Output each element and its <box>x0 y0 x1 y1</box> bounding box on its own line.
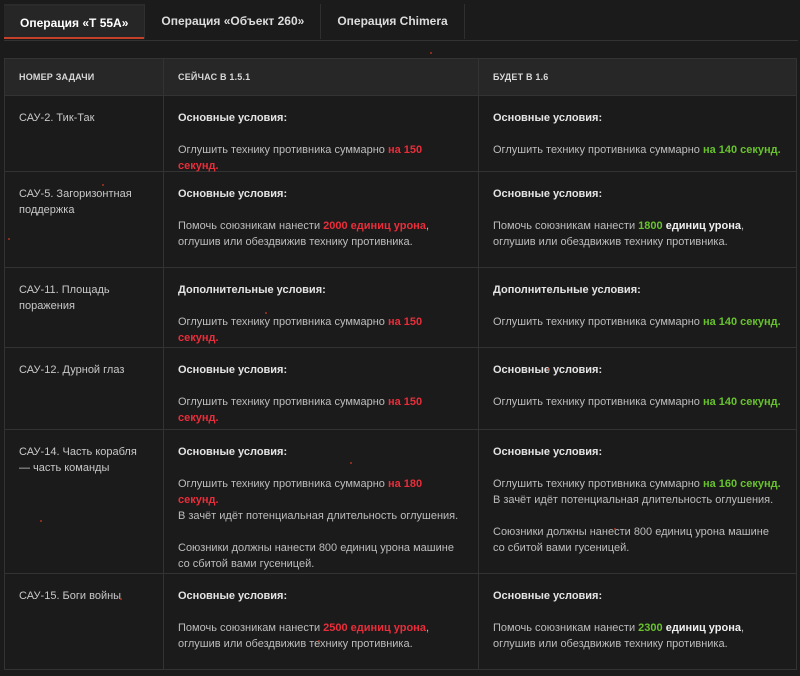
condition-now: Основные условия: Помочь союзникам нанес… <box>164 574 479 669</box>
table-row: САУ-11. Площадь поражения Дополнительные… <box>5 267 796 347</box>
task-name: САУ-11. Площадь поражения <box>5 268 164 347</box>
tab-t55a[interactable]: Операция «Т 55А» <box>4 4 146 39</box>
condition-title: Основные условия: <box>493 364 603 376</box>
condition-now: Основные условия: Помочь союзникам нанес… <box>164 172 479 267</box>
condition-text: Помочь союзникам нанести 2300 единиц уро… <box>493 622 745 650</box>
condition-title: Основные условия: <box>178 364 288 376</box>
task-name: САУ-2. Тик-Так <box>5 96 164 171</box>
condition-text: Помочь союзникам нанести 1800 единиц уро… <box>493 220 745 248</box>
spark-decoration <box>102 184 104 186</box>
table-row: САУ-14. Часть корабля — часть команды Ос… <box>5 429 796 573</box>
condition-now: Основные условия: Оглушить технику проти… <box>164 430 479 573</box>
condition-now: Дополнительные условия: Оглушить технику… <box>164 268 479 347</box>
condition-text: Оглушить технику противника суммарно на … <box>493 316 781 328</box>
condition-next: Основные условия: Помочь союзникам нанес… <box>479 172 796 267</box>
task-name: САУ-12. Дурной глаз <box>5 348 164 429</box>
condition-text: Оглушить технику противника суммарно на … <box>178 316 423 344</box>
spark-decoration <box>8 238 10 240</box>
table-row: САУ-2. Тик-Так Основные условия: Оглушит… <box>5 95 796 172</box>
spark-decoration <box>40 520 42 522</box>
table-row: САУ-15. Боги войны Основные условия: Пом… <box>5 573 796 669</box>
condition-next: Основные условия: Оглушить технику проти… <box>479 430 796 573</box>
operation-tabs: Операция «Т 55А» Операция «Объект 260» О… <box>4 4 798 41</box>
table-row: САУ-12. Дурной глаз Основные условия: Ог… <box>5 347 796 429</box>
condition-text: Оглушить технику противника суммарно на … <box>493 144 781 156</box>
condition-next: Основные условия: Оглушить технику проти… <box>479 348 796 429</box>
condition-text: Оглушить технику противника суммарно на … <box>178 144 423 172</box>
spark-decoration <box>430 52 432 54</box>
table-row: САУ-5. Загоризонтная поддержка Основные … <box>5 171 796 267</box>
condition-text: Оглушить технику противника суммарно на … <box>178 396 423 424</box>
spark-decoration <box>318 640 320 642</box>
condition-title: Основные условия: <box>178 188 288 200</box>
condition-text: Помочь союзникам нанести 2500 единиц уро… <box>178 622 430 650</box>
condition-text: Оглушить технику противника суммарно на … <box>493 396 781 408</box>
condition-next: Основные условия: Оглушить технику проти… <box>479 96 796 171</box>
condition-title: Основные условия: <box>178 112 288 124</box>
condition-extra: Союзники должны нанести 800 единиц урона… <box>178 542 454 570</box>
condition-title: Основные условия: <box>178 446 288 458</box>
condition-title: Дополнительные условия: <box>493 284 641 296</box>
condition-title: Основные условия: <box>493 188 603 200</box>
table-header: НОМЕР ЗАДАЧИ СЕЙЧАС В 1.5.1 БУДЕТ В 1.6 <box>5 59 796 95</box>
task-name: САУ-14. Часть корабля — часть команды <box>5 430 164 573</box>
condition-text: Помочь союзникам нанести 2000 единиц уро… <box>178 220 430 248</box>
spark-decoration <box>614 528 616 530</box>
tab-chimera[interactable]: Операция Chimera <box>321 4 465 39</box>
condition-title: Основные условия: <box>493 590 603 602</box>
condition-title: Дополнительные условия: <box>178 284 326 296</box>
task-name: САУ-15. Боги войны <box>5 574 164 669</box>
condition-title: Основные условия: <box>178 590 288 602</box>
spark-decoration <box>120 598 122 600</box>
spark-decoration <box>548 368 550 370</box>
condition-next: Основные условия: Помочь союзникам нанес… <box>479 574 796 669</box>
spark-decoration <box>350 462 352 464</box>
task-name: САУ-5. Загоризонтная поддержка <box>5 172 164 267</box>
condition-next: Дополнительные условия: Оглушить технику… <box>479 268 796 347</box>
condition-text: Оглушить технику противника суммарно на … <box>493 478 781 506</box>
tab-object-260[interactable]: Операция «Объект 260» <box>145 4 322 39</box>
condition-title: Основные условия: <box>493 112 603 124</box>
condition-text: Оглушить технику противника суммарно на … <box>178 478 459 522</box>
condition-now: Основные условия: Оглушить технику проти… <box>164 96 479 172</box>
changes-table: НОМЕР ЗАДАЧИ СЕЙЧАС В 1.5.1 БУДЕТ В 1.6 … <box>4 58 797 670</box>
condition-title: Основные условия: <box>493 446 603 458</box>
header-next: БУДЕТ В 1.6 <box>493 72 549 82</box>
header-now: СЕЙЧАС В 1.5.1 <box>164 59 479 95</box>
condition-now: Основные условия: Оглушить технику проти… <box>164 348 479 429</box>
header-task-number: НОМЕР ЗАДАЧИ <box>5 59 164 95</box>
spark-decoration <box>265 312 267 314</box>
condition-extra: Союзники должны нанести 800 единиц урона… <box>493 526 769 554</box>
